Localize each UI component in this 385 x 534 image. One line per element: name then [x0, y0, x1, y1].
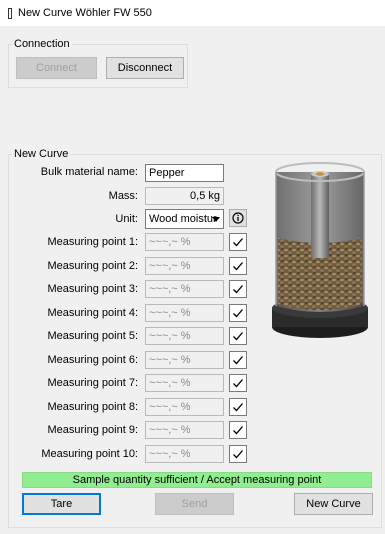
chevron-down-icon: [212, 217, 220, 222]
accept-measuring-point-button[interactable]: [229, 351, 247, 369]
bulk-material-label: Bulk material name:: [40, 166, 138, 178]
measuring-point-label: Measuring point 7:: [47, 377, 139, 389]
measuring-point-label: Measuring point 4:: [47, 307, 139, 319]
unit-select-value: Wood moistur: [149, 213, 217, 225]
accept-measuring-point-button[interactable]: [229, 233, 247, 251]
measuring-point-label: Measuring point 1:: [47, 236, 139, 248]
measuring-point-value: ~~~,~ %: [145, 304, 224, 322]
unit-select[interactable]: Wood moistur: [145, 209, 224, 229]
app-icon: [8, 8, 12, 19]
measuring-point-value: ~~~,~ %: [145, 280, 224, 298]
checkmark-icon: [233, 332, 243, 341]
checkmark-icon: [233, 450, 243, 459]
disconnect-button[interactable]: Disconnect: [106, 57, 184, 79]
measuring-point-value: ~~~,~ %: [145, 374, 224, 392]
mass-field: 0,5 kg: [145, 187, 224, 205]
accept-measuring-point-button[interactable]: [229, 280, 247, 298]
measuring-point-value: ~~~,~ %: [145, 233, 224, 251]
measuring-point-label: Measuring point 2:: [47, 260, 139, 272]
status-bar: Sample quantity sufficient / Accept meas…: [22, 472, 372, 488]
checkmark-icon: [233, 403, 243, 412]
measuring-point-label: Measuring point 8:: [47, 401, 139, 413]
accept-measuring-point-button[interactable]: [229, 445, 247, 463]
measuring-point-label: Measuring point 3:: [47, 283, 139, 295]
checkmark-icon: [233, 262, 243, 271]
measuring-point-label: Measuring point 10:: [41, 448, 138, 460]
connect-button[interactable]: Connect: [16, 57, 97, 79]
checkmark-icon: [233, 285, 243, 294]
accept-measuring-point-button[interactable]: [229, 398, 247, 416]
accept-measuring-point-button[interactable]: [229, 304, 247, 322]
title-bar: New Curve Wöhler FW 550: [0, 0, 385, 26]
connection-legend: Connection: [14, 38, 70, 50]
checkmark-icon: [233, 356, 243, 365]
checkmark-icon: [233, 426, 243, 435]
measuring-container-image: [272, 162, 368, 338]
mass-label: Mass:: [108, 190, 138, 202]
measuring-point-value: ~~~,~ %: [145, 257, 224, 275]
checkmark-icon: [233, 238, 243, 247]
accept-measuring-point-button[interactable]: [229, 374, 247, 392]
accept-measuring-point-button[interactable]: [229, 327, 247, 345]
measuring-point-value: ~~~,~ %: [145, 421, 224, 439]
new-curve-legend: New Curve: [14, 148, 69, 160]
unit-label: Unit:: [115, 213, 138, 225]
measuring-point-label: Measuring point 6:: [47, 354, 139, 366]
info-button[interactable]: [229, 209, 247, 227]
info-icon: [232, 212, 244, 224]
send-button[interactable]: Send: [155, 493, 234, 515]
measuring-point-value: ~~~,~ %: [145, 351, 224, 369]
measuring-point-value: ~~~,~ %: [145, 398, 224, 416]
bulk-material-input[interactable]: Pepper: [145, 164, 224, 182]
measuring-point-value: ~~~,~ %: [145, 327, 224, 345]
checkmark-icon: [233, 309, 243, 318]
checkmark-icon: [233, 379, 243, 388]
measuring-point-label: Measuring point 5:: [47, 330, 139, 342]
accept-measuring-point-button[interactable]: [229, 257, 247, 275]
accept-measuring-point-button[interactable]: [229, 421, 247, 439]
new-curve-button[interactable]: New Curve: [294, 493, 373, 515]
measuring-point-label: Measuring point 9:: [47, 424, 139, 436]
window-title: New Curve Wöhler FW 550: [18, 7, 152, 19]
tare-button[interactable]: Tare: [22, 493, 101, 515]
measuring-point-value: ~~~,~ %: [145, 445, 224, 463]
